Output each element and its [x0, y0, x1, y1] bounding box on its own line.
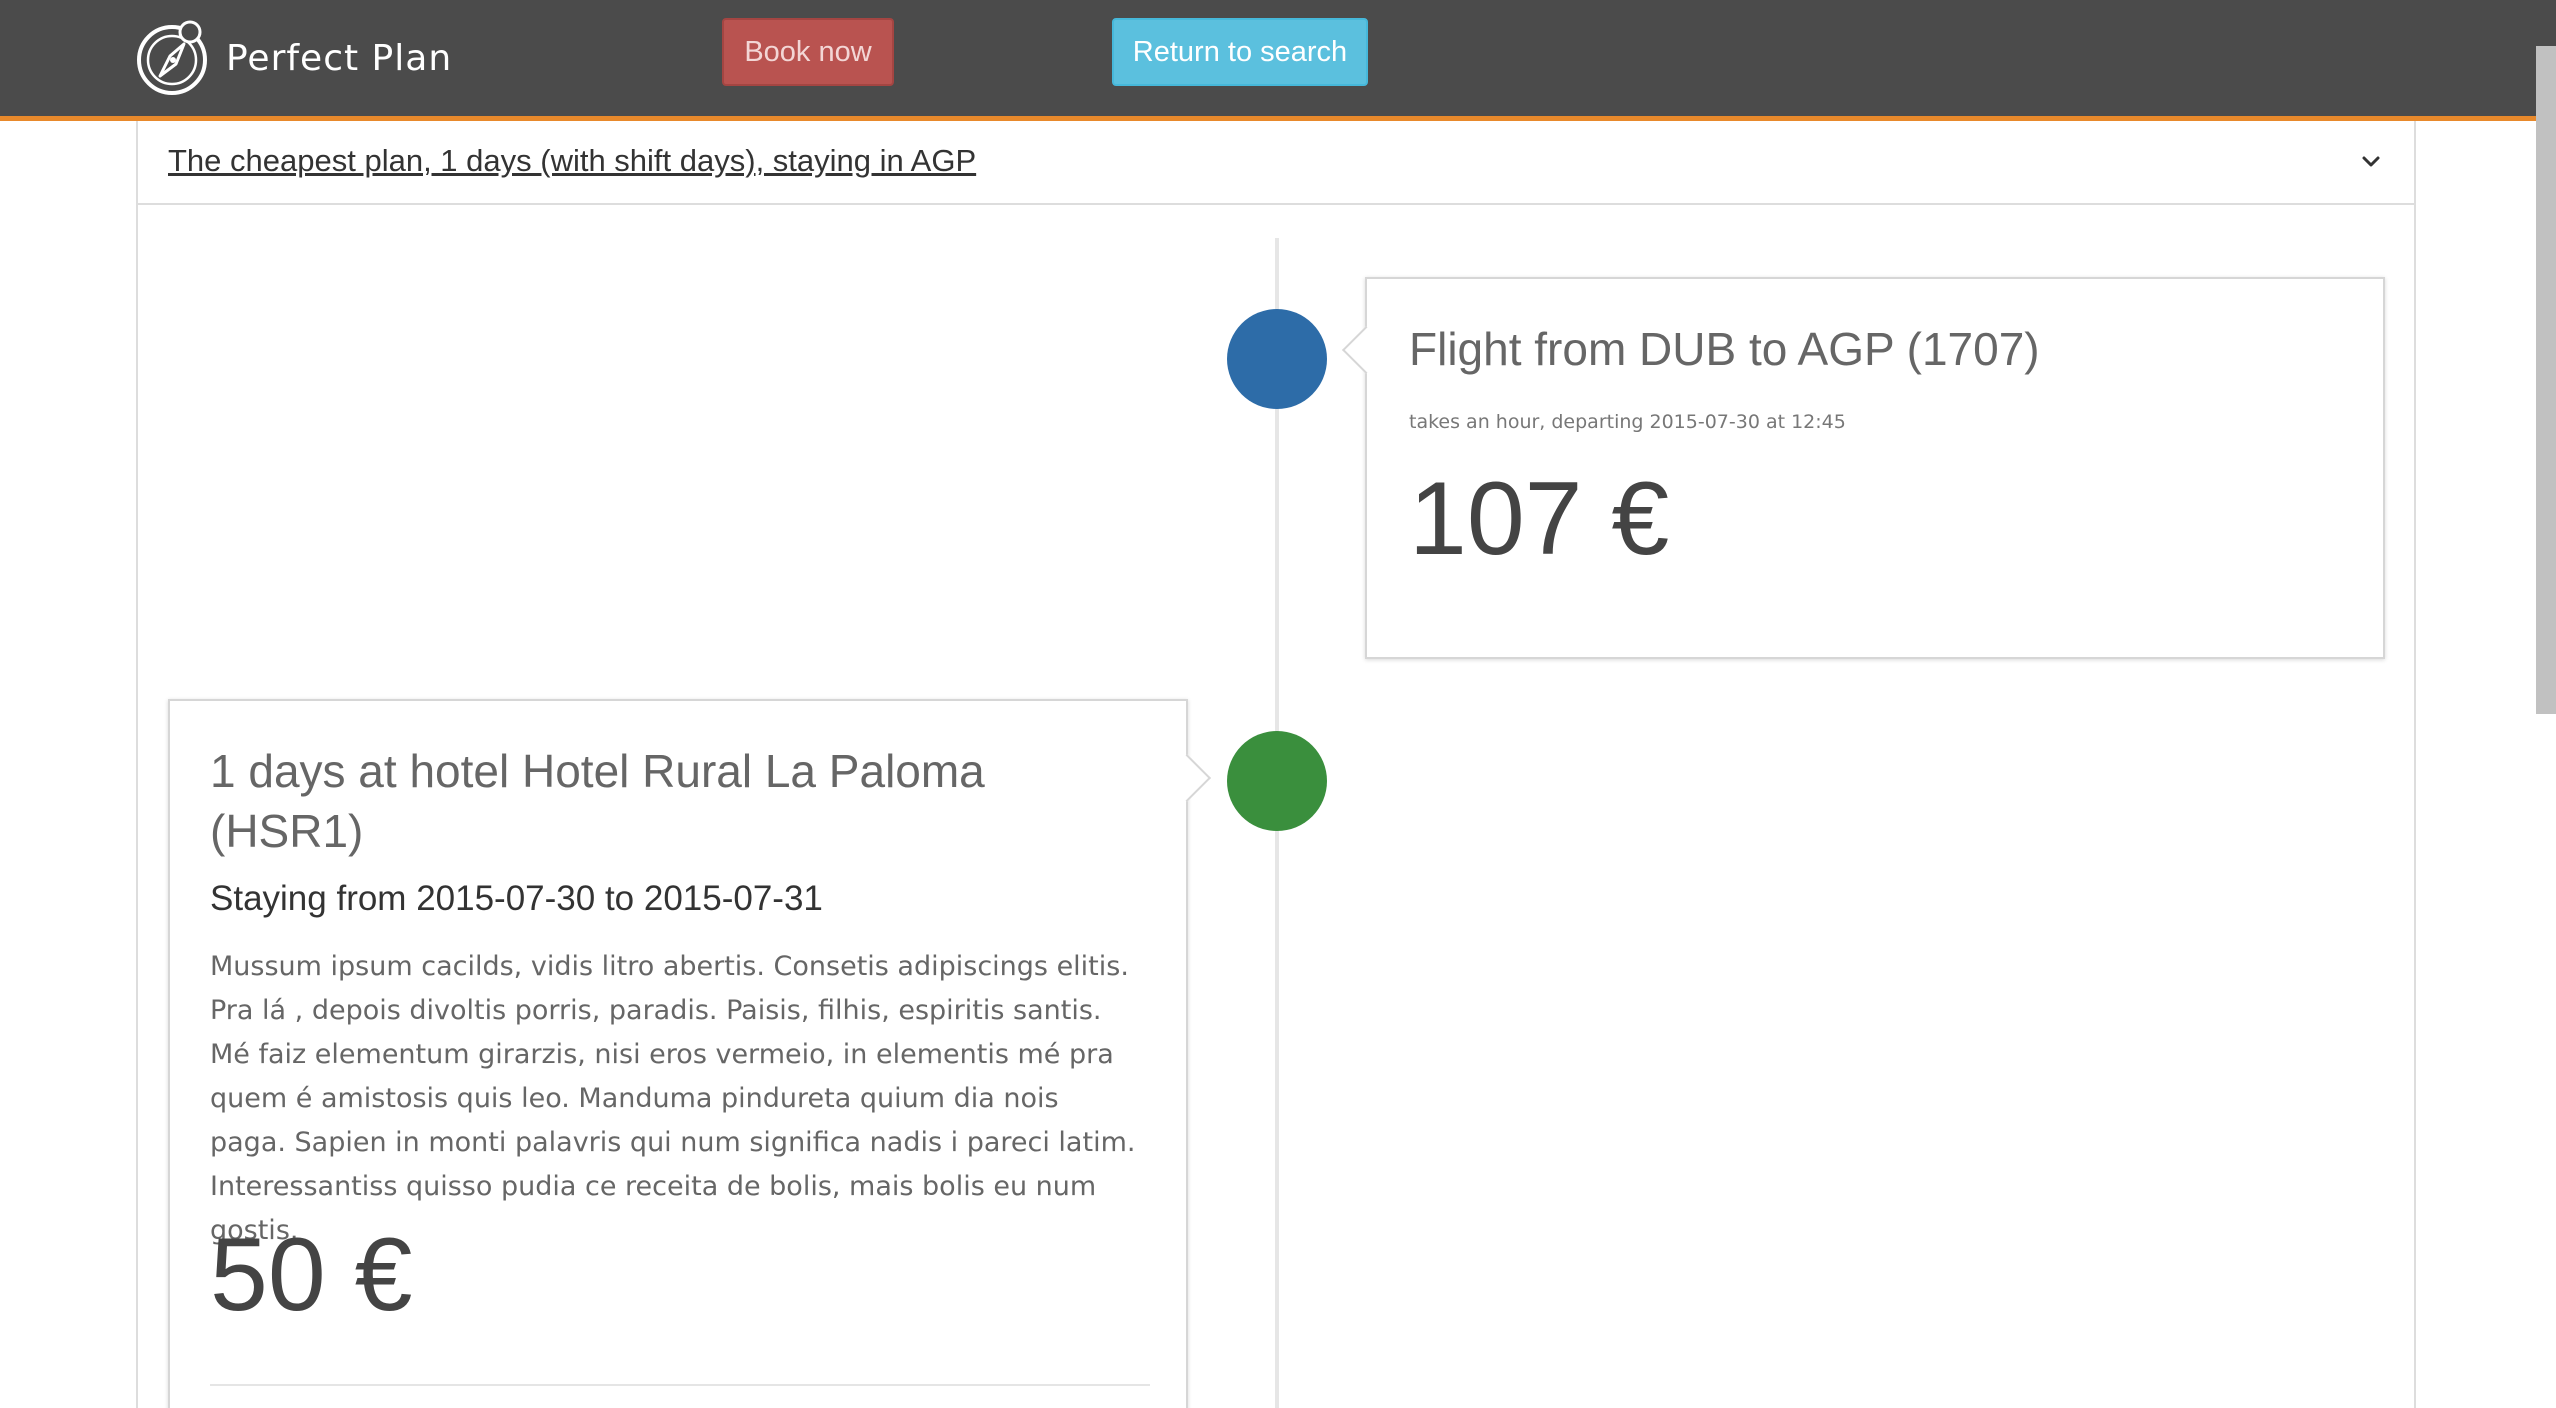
- flight-details: takes an hour, departing 2015-07-30 at 1…: [1409, 411, 1846, 433]
- hotel-title: 1 days at hotel Hotel Rural La Paloma (H…: [210, 745, 985, 857]
- return-to-search-button[interactable]: Return to search: [1112, 18, 1368, 86]
- flight-card: Flight from DUB to AGP (1707) takes an h…: [1341, 277, 2385, 659]
- hotel-price: 50 €: [210, 1217, 413, 1333]
- plan-title-link[interactable]: The cheapest plan, 1 days (with shift da…: [168, 143, 976, 179]
- flight-title: Flight from DUB to AGP (1707): [1409, 323, 2040, 375]
- brand-name: Perfect Plan: [226, 37, 453, 79]
- flight-timeline-dot: [1227, 309, 1327, 409]
- flight-price: 107 €: [1409, 461, 1670, 577]
- chevron-down-icon[interactable]: [2358, 149, 2384, 175]
- scrollbar-thumb[interactable]: [2536, 46, 2556, 714]
- divider: [210, 1384, 1150, 1386]
- hotel-stay-dates: Staying from 2015-07-30 to 2015-07-31: [210, 879, 823, 918]
- plan-panel-header[interactable]: The cheapest plan, 1 days (with shift da…: [138, 121, 2414, 205]
- compass-icon: [137, 20, 207, 95]
- brand[interactable]: Perfect Plan: [134, 18, 452, 98]
- hotel-description: Mussum ipsum cacilds, vidis litro aberti…: [210, 951, 1136, 1246]
- hotel-timeline-dot: [1227, 731, 1327, 831]
- top-navbar: Perfect Plan Book now Return to search: [0, 0, 2556, 121]
- hotel-card: 1 days at hotel Hotel Rural La Paloma (H…: [168, 699, 1212, 1408]
- book-now-button[interactable]: Book now: [722, 18, 894, 86]
